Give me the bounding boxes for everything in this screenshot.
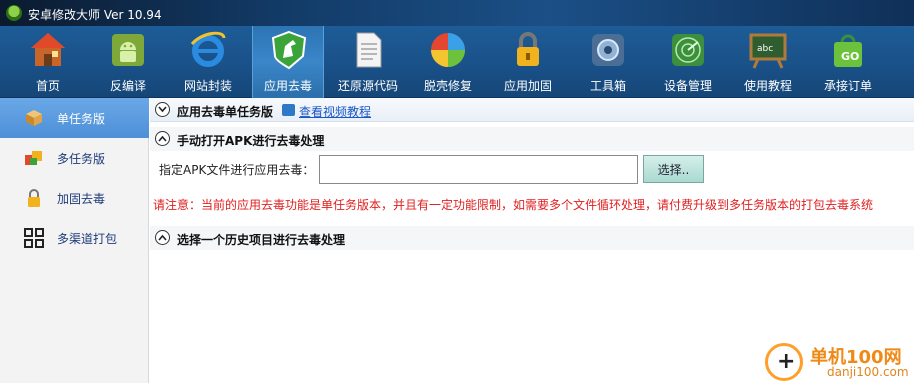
video-icon bbox=[282, 104, 295, 116]
toolbar-app-harden[interactable]: 应用加固 bbox=[492, 26, 564, 98]
page-header: 应用去毒单任务版 查看视频教程 bbox=[150, 98, 914, 122]
android-icon bbox=[112, 34, 144, 66]
lock-icon bbox=[517, 32, 539, 66]
box-icon bbox=[26, 110, 42, 126]
toolbar-device-manager[interactable]: 设备管理 bbox=[652, 26, 724, 98]
lock-icon bbox=[28, 189, 40, 207]
chevron-down-icon bbox=[158, 106, 167, 113]
toolbar-label: 网站封装 bbox=[183, 79, 232, 93]
toolbar-label: 设备管理 bbox=[663, 79, 712, 93]
toolbar-tutorial[interactable]: abc 使用教程 bbox=[732, 26, 804, 98]
toolbar-restore-source[interactable]: 还原源代码 bbox=[332, 26, 404, 98]
video-tutorial-label: 查看视频教程 bbox=[299, 105, 372, 119]
sidebar-item-single-task[interactable]: 单任务版 bbox=[0, 98, 149, 138]
notice-text: 请注意：当前的应用去毒功能是单任务版本，并且有一定功能限制，如需要多个文件循环处… bbox=[153, 198, 874, 212]
toolbar-unpack-fix[interactable]: 脱壳修复 bbox=[412, 26, 484, 98]
apk-field-label: 指定APK文件进行应用去毒： bbox=[159, 163, 315, 177]
watermark-logo: + bbox=[765, 343, 803, 381]
sidebar: 单任务版 多任务版 加固去毒 多渠道打包 bbox=[0, 98, 149, 383]
blackboard-icon: abc bbox=[749, 33, 787, 69]
toolbar-home[interactable]: 首页 bbox=[12, 26, 84, 98]
document-icon bbox=[356, 32, 382, 68]
section-manual-title: 手动打开APK进行去毒处理 bbox=[177, 134, 325, 148]
toolbar-orders[interactable]: GO 承接订单 bbox=[812, 26, 884, 98]
chevron-up-icon bbox=[158, 234, 167, 241]
sidebar-item-label: 多渠道打包 bbox=[57, 232, 118, 246]
pie-icon bbox=[431, 33, 465, 67]
section-history-header[interactable]: 选择一个历史项目进行去毒处理 bbox=[150, 226, 914, 250]
toolbar-label: 还原源代码 bbox=[337, 79, 398, 93]
toolbox-icon bbox=[592, 34, 624, 66]
sidebar-item-label: 多任务版 bbox=[57, 152, 106, 166]
title-bar: 安卓修改大师 Ver 10.94 bbox=[0, 0, 914, 26]
sidebar-item-multi-task[interactable]: 多任务版 bbox=[0, 138, 149, 178]
toolbar-label: 使用教程 bbox=[743, 79, 792, 93]
toolbar-toolbox[interactable]: 工具箱 bbox=[572, 26, 644, 98]
radar-icon bbox=[672, 34, 704, 66]
toolbar-label: 工具箱 bbox=[589, 79, 626, 93]
sidebar-item-label: 加固去毒 bbox=[57, 192, 106, 206]
collapse-toggle[interactable] bbox=[155, 230, 170, 245]
go-bag-icon: GO bbox=[834, 34, 862, 67]
toolbar-decompile[interactable]: 反编译 bbox=[92, 26, 164, 98]
toolbar-website-wrap[interactable]: 网站封装 bbox=[172, 26, 244, 98]
sidebar-item-label: 单任务版 bbox=[57, 112, 106, 126]
apk-file-input[interactable] bbox=[319, 155, 638, 184]
chevron-up-icon bbox=[158, 135, 167, 142]
grid-icon bbox=[24, 228, 44, 248]
main-panel: 应用去毒单任务版 查看视频教程 手动打开APK进行去毒处理 指定APK文件进行应… bbox=[150, 98, 914, 383]
main-toolbar: 首页 反编译 网站封装 应用去毒 还原源代码 脱壳修复 应用加固 工具箱 设备管… bbox=[0, 26, 914, 98]
svg-text:GO: GO bbox=[841, 50, 859, 63]
sidebar-item-harden-detox[interactable]: 加固去毒 bbox=[0, 178, 149, 218]
toolbar-app-detox[interactable]: 应用去毒 bbox=[252, 26, 324, 98]
section-manual-header[interactable]: 手动打开APK进行去毒处理 bbox=[150, 127, 914, 151]
home-icon bbox=[31, 33, 65, 66]
shield-horse-icon bbox=[271, 30, 307, 70]
collapse-toggle[interactable] bbox=[155, 131, 170, 146]
app-icon bbox=[6, 5, 22, 21]
svg-text:abc: abc bbox=[757, 44, 773, 54]
section-history-title: 选择一个历史项目进行去毒处理 bbox=[177, 233, 346, 247]
toolbar-label: 应用去毒 bbox=[263, 79, 312, 93]
toolbar-label: 脱壳修复 bbox=[423, 79, 472, 93]
toolbar-label: 应用加固 bbox=[503, 79, 552, 93]
boxes-icon bbox=[25, 151, 42, 165]
watermark: + 单机100网 danji100.com bbox=[765, 343, 911, 381]
page-title: 应用去毒单任务版 bbox=[177, 105, 274, 119]
sidebar-item-multi-channel[interactable]: 多渠道打包 bbox=[0, 218, 149, 258]
toolbar-label: 承接订单 bbox=[823, 79, 872, 93]
window-title: 安卓修改大师 Ver 10.94 bbox=[28, 8, 162, 22]
watermark-url: danji100.com bbox=[827, 365, 909, 379]
toolbar-label: 首页 bbox=[35, 79, 60, 93]
collapse-toggle[interactable] bbox=[155, 102, 170, 117]
toolbar-label: 反编译 bbox=[109, 79, 146, 93]
ie-icon bbox=[190, 31, 226, 67]
choose-file-button[interactable]: 选择.. bbox=[643, 155, 704, 183]
